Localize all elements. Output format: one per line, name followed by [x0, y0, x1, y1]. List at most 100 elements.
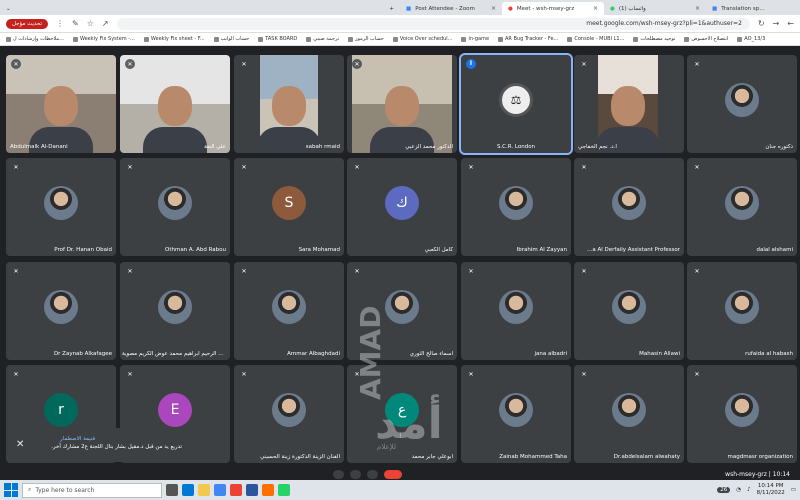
- participant-tile[interactable]: ✕ dalal alshami: [687, 158, 797, 256]
- participant-tile[interactable]: ✕ Ammar Albaghdadi: [234, 262, 344, 360]
- tab-title: Post Attendee - Zoom: [415, 5, 475, 12]
- close-icon[interactable]: ×: [593, 5, 598, 12]
- participant-tile[interactable]: ⚖ ⦀ S.C.R. London: [459, 53, 573, 155]
- leave-call-button[interactable]: [384, 469, 403, 479]
- task-view-icon[interactable]: [166, 484, 178, 496]
- avatar-initial: E: [158, 393, 192, 428]
- tab-zoom[interactable]: ■ Post Attendee - Zoom ×: [400, 2, 502, 15]
- bookmark-favicon-icon: [306, 36, 312, 42]
- bookmark-item[interactable]: AO_13/3: [737, 36, 765, 42]
- participant-tile[interactable]: ✕ علي النعة: [120, 55, 230, 153]
- participant-tile[interactable]: ✕ د. عبد الرحيم ابراهيم محمد عوض الكريم م…: [120, 262, 230, 360]
- bookmark-favicon-icon: [72, 36, 78, 42]
- taskbar-search-input[interactable]: ⌕ Type here to search: [22, 482, 162, 498]
- participant-tile[interactable]: ✕ Abdulmalk Al-Danani: [6, 55, 116, 153]
- bookmark-star-icon[interactable]: ☆: [87, 19, 94, 28]
- close-icon[interactable]: ×: [491, 5, 496, 12]
- close-icon[interactable]: ✕: [16, 438, 24, 452]
- file-explorer-icon[interactable]: [198, 484, 210, 496]
- volume-icon[interactable]: ♪: [747, 487, 751, 493]
- bookmark-item[interactable]: ملاحظات وإرشادات ل...: [6, 36, 64, 42]
- menu-icon[interactable]: ⋮: [56, 19, 64, 28]
- avatar-photo: [725, 83, 759, 118]
- url-field[interactable]: meet.google.com/wsh-msey-grz?pli=1&authu…: [116, 17, 750, 30]
- participant-tile[interactable]: ✕ Othman A. Abd Rabou: [120, 158, 230, 256]
- bookmark-item[interactable]: Voice Over schedul...: [392, 36, 452, 42]
- bookmark-item[interactable]: AR Bug Tracker - Fe...: [498, 36, 558, 42]
- participant-name: rufaida al habash: [745, 351, 793, 357]
- windows-start-icon[interactable]: [4, 483, 18, 497]
- bookmark-item[interactable]: توحيد مصطلحات: [633, 36, 675, 42]
- whatsapp-icon[interactable]: [278, 484, 290, 496]
- notifications-icon[interactable]: ▭: [791, 487, 796, 493]
- bookmark-item[interactable]: حساب الرموز: [348, 36, 384, 42]
- avatar-photo: [725, 393, 759, 428]
- bookmark-label: Console - MUBI L1...: [574, 36, 625, 42]
- camera-button[interactable]: [350, 469, 362, 479]
- participant-tile[interactable]: ✕ sabah rmaid: [234, 55, 344, 153]
- bookmark-item[interactable]: Weekly Fix System -...: [72, 36, 135, 42]
- extensions-icon[interactable]: ✎: [72, 19, 79, 28]
- bookmark-item[interactable]: حساب الوانب: [213, 36, 249, 42]
- chat-notification[interactable]: ✕ فنيمة الاصطمار تدربع يد من قبل د.مقيل …: [8, 428, 196, 462]
- participant-tile[interactable]: ✕ Prof Dr. Hanan Obaid: [6, 158, 116, 256]
- bookmark-item[interactable]: Console - MUBI L1...: [567, 36, 624, 42]
- mic-button[interactable]: [333, 469, 345, 479]
- participant-tile[interactable]: ✕ ...a Al Derfaily Assistant Professor: [574, 158, 684, 256]
- participant-tile[interactable]: ✕ Dr.abdelsalam alwahaty: [574, 365, 684, 463]
- participant-tile[interactable]: ✕ أ.د. نجم الخفاجي: [574, 55, 684, 153]
- bookmark-item[interactable]: ترجمة صيني: [306, 36, 339, 42]
- forward-icon[interactable]: →: [773, 19, 780, 28]
- chrome-icon[interactable]: [214, 484, 226, 496]
- bookmark-item[interactable]: Weekly Fix sheet - F...: [143, 36, 205, 42]
- notification-text: تدربع يد من قبل د.مقيل بشار بنال اللجنة …: [51, 444, 182, 450]
- reload-icon[interactable]: ↻: [758, 19, 765, 28]
- mic-muted-icon: ✕: [239, 59, 249, 69]
- translate-favicon-icon: ■: [712, 5, 718, 12]
- avatar-photo: [44, 186, 78, 221]
- avatar-photo: [725, 186, 759, 221]
- meet-favicon-icon: ●: [508, 5, 513, 12]
- share-icon[interactable]: ↗: [102, 19, 109, 28]
- participant-tile[interactable]: ✕ jana albadri: [461, 262, 571, 360]
- participant-name: كامل الكعبي: [424, 247, 453, 253]
- participant-tile[interactable]: ✕ دكتوره جنان: [687, 55, 797, 153]
- bookmark-item[interactable]: انتصلاح الاحسوض: [684, 36, 728, 42]
- participant-tile[interactable]: S ✕ Sara Mohamad: [234, 158, 344, 256]
- tab-translation[interactable]: ■ Translation space: [706, 2, 774, 15]
- mic-muted-icon: ✕: [11, 369, 21, 379]
- wifi-icon[interactable]: ◔: [736, 487, 741, 493]
- captions-button[interactable]: [367, 469, 379, 479]
- participant-tile[interactable]: ✕ rufaida al habash: [687, 262, 797, 360]
- participant-tile[interactable]: ك ✕ كامل الكعبي: [347, 158, 457, 256]
- mic-muted-icon: ✕: [579, 266, 589, 276]
- participant-tile[interactable]: ✕ الدكتور محمد الزعبي: [347, 55, 457, 153]
- body-shape: [143, 127, 207, 153]
- new-tab-icon[interactable]: +: [389, 6, 394, 12]
- tab-whatsapp[interactable]: ● (1) واتساب ×: [604, 2, 706, 15]
- participant-tile[interactable]: ✕ Mahasin Allawi: [574, 262, 684, 360]
- taskbar-clock[interactable]: 10:14 PM 8/11/2022: [757, 483, 785, 496]
- app-icon[interactable]: [262, 484, 274, 496]
- bookmark-item[interactable]: TASK BOARD: [258, 36, 297, 42]
- participant-tile[interactable]: ✕ Zainab Mohammed Taha: [461, 365, 571, 463]
- participant-name: دكتوره جنان: [765, 144, 793, 150]
- whatsapp-favicon-icon: ●: [610, 5, 615, 12]
- opera-icon[interactable]: [230, 484, 242, 496]
- bookmark-item[interactable]: in-game: [461, 36, 489, 42]
- participant-video: [352, 55, 452, 153]
- participant-tile[interactable]: ✕ magdmasr organization: [687, 365, 797, 463]
- tab-strip-menu[interactable]: ⌄: [0, 2, 20, 15]
- tray-badge: 26: [717, 487, 731, 493]
- bookmark-favicon-icon: [633, 36, 639, 42]
- word-icon[interactable]: [246, 484, 258, 496]
- edge-icon[interactable]: [182, 484, 194, 496]
- tab-meet[interactable]: ● Meet - wsh-msey-grz ×: [502, 2, 604, 15]
- mic-muted-icon: ✕: [692, 59, 702, 69]
- participant-tile[interactable]: ✕ الفنان الزينة الدكتورة زينة الحسيني: [234, 365, 344, 463]
- participant-tile[interactable]: ✕ Dr Zaynab Alkafagee: [6, 262, 116, 360]
- participant-tile[interactable]: ✕ Ibrahim Al Zayyan: [461, 158, 571, 256]
- close-icon[interactable]: ×: [695, 5, 700, 12]
- back-icon[interactable]: ←: [787, 19, 794, 28]
- update-button[interactable]: تحديث مؤجل: [6, 18, 49, 29]
